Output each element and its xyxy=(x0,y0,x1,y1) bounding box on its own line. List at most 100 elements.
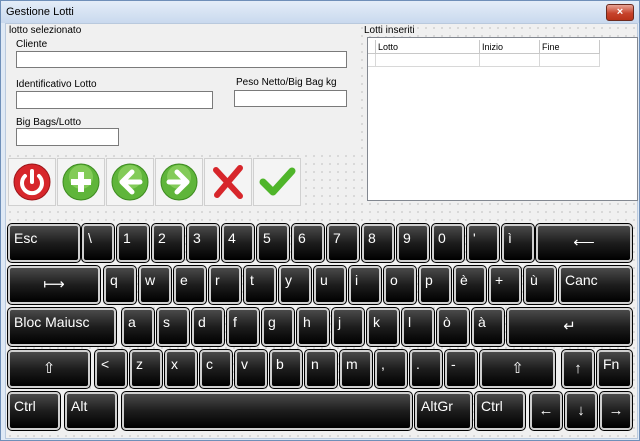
key-q[interactable]: q xyxy=(103,265,137,305)
key-a[interactable]: a xyxy=(121,307,155,347)
key-b[interactable]: b xyxy=(269,349,303,389)
key-plus[interactable]: + xyxy=(488,265,522,305)
key-backslash[interactable]: \ xyxy=(81,223,115,263)
key-period[interactable]: . xyxy=(409,349,443,389)
forward-button[interactable] xyxy=(155,158,203,206)
key-enter[interactable]: ↵ xyxy=(506,307,633,347)
add-button[interactable] xyxy=(57,158,105,206)
key-arrow-right[interactable]: → xyxy=(599,391,633,431)
key-o[interactable]: o xyxy=(383,265,417,305)
key-g[interactable]: g xyxy=(261,307,295,347)
key-1[interactable]: 1 xyxy=(116,223,150,263)
identificativo-lotto-field[interactable] xyxy=(16,91,213,109)
peso-netto-field[interactable] xyxy=(234,90,347,107)
key-3[interactable]: 3 xyxy=(186,223,220,263)
key-shift[interactable]: ⇧ xyxy=(7,349,91,389)
power-button[interactable] xyxy=(8,158,56,206)
key-9[interactable]: 9 xyxy=(396,223,430,263)
key-canc[interactable]: Canc xyxy=(558,265,633,305)
key-alt[interactable]: Alt xyxy=(64,391,118,431)
key-l[interactable]: l xyxy=(401,307,435,347)
confirm-button[interactable] xyxy=(253,158,301,206)
arrow-left-icon xyxy=(111,163,149,201)
lotti-inseriti-label: Lotti inseriti xyxy=(363,25,416,36)
column-header-lotto[interactable]: Lotto xyxy=(376,40,480,54)
key-t[interactable]: t xyxy=(243,265,277,305)
key-k[interactable]: k xyxy=(366,307,400,347)
key-v[interactable]: v xyxy=(234,349,268,389)
identificativo-lotto-label: Identificativo Lotto xyxy=(16,79,97,90)
row-header-corner xyxy=(368,40,376,54)
key-tab[interactable]: ⟼ xyxy=(7,265,101,305)
key-fn[interactable]: Fn xyxy=(596,349,633,389)
grid-cell[interactable] xyxy=(540,54,600,67)
key-4[interactable]: 4 xyxy=(221,223,255,263)
key-a-grave[interactable]: à xyxy=(471,307,505,347)
key-e-grave[interactable]: è xyxy=(453,265,487,305)
key-altgr[interactable]: AltGr xyxy=(414,391,473,431)
key-esc[interactable]: Esc xyxy=(7,223,81,263)
window-title: Gestione Lotti xyxy=(6,6,74,18)
key-space[interactable] xyxy=(121,391,413,431)
back-button[interactable] xyxy=(106,158,154,206)
client-area: lotto selezionato Cliente Identificativo… xyxy=(5,23,638,439)
cliente-field[interactable] xyxy=(16,51,347,68)
cliente-label: Cliente xyxy=(16,39,48,50)
column-header-fine[interactable]: Fine xyxy=(540,40,600,54)
key-i[interactable]: i xyxy=(348,265,382,305)
key-s[interactable]: s xyxy=(156,307,190,347)
key-backspace[interactable]: ⟵ xyxy=(535,223,633,263)
key-u-grave[interactable]: ù xyxy=(523,265,557,305)
key-y[interactable]: y xyxy=(278,265,312,305)
grid-cell[interactable] xyxy=(376,54,480,67)
key-o-grave[interactable]: ò xyxy=(436,307,470,347)
key-bloc-maiusc[interactable]: Bloc Maiusc xyxy=(7,307,117,347)
big-bags-field[interactable] xyxy=(16,128,119,146)
key-h[interactable]: h xyxy=(296,307,330,347)
key-z[interactable]: z xyxy=(129,349,163,389)
key-r[interactable]: r xyxy=(208,265,242,305)
key-arrow-left[interactable]: ← xyxy=(529,391,563,431)
key-6[interactable]: 6 xyxy=(291,223,325,263)
key-arrow-down[interactable]: ↓ xyxy=(564,391,598,431)
key-less-than[interactable]: < xyxy=(94,349,128,389)
key-x[interactable]: x xyxy=(164,349,198,389)
delete-button[interactable] xyxy=(204,158,252,206)
key-minus[interactable]: - xyxy=(444,349,478,389)
key-5[interactable]: 5 xyxy=(256,223,290,263)
key-f[interactable]: f xyxy=(226,307,260,347)
grid-cell[interactable] xyxy=(480,54,540,67)
lotto-selezionato-label: lotto selezionato xyxy=(8,25,83,36)
gestione-lotti-window: Gestione Lotti × lotto selezionato Clien… xyxy=(0,0,640,441)
key-apostrophe[interactable]: ' xyxy=(466,223,500,263)
key-u[interactable]: u xyxy=(313,265,347,305)
key-0[interactable]: 0 xyxy=(431,223,465,263)
key-n[interactable]: n xyxy=(304,349,338,389)
lotti-inseriti-grid[interactable]: Lotto Inizio Fine xyxy=(367,37,638,201)
key-7[interactable]: 7 xyxy=(326,223,360,263)
key-shift[interactable]: ⇧ xyxy=(479,349,556,389)
key-8[interactable]: 8 xyxy=(361,223,395,263)
key-d[interactable]: d xyxy=(191,307,225,347)
arrow-right-icon xyxy=(160,163,198,201)
key-e[interactable]: e xyxy=(173,265,207,305)
key-p[interactable]: p xyxy=(418,265,452,305)
title-bar: Gestione Lotti × xyxy=(1,1,639,23)
key-comma[interactable]: , xyxy=(374,349,408,389)
key-arrow-up[interactable]: ↑ xyxy=(561,349,595,389)
x-icon xyxy=(213,165,243,199)
row-header[interactable] xyxy=(368,54,376,67)
key-m[interactable]: m xyxy=(339,349,373,389)
key-w[interactable]: w xyxy=(138,265,172,305)
key-ctrl[interactable]: Ctrl xyxy=(474,391,526,431)
key-j[interactable]: j xyxy=(331,307,365,347)
big-bags-label: Big Bags/Lotto xyxy=(16,117,82,128)
key-2[interactable]: 2 xyxy=(151,223,185,263)
power-icon xyxy=(13,163,51,201)
key-ctrl[interactable]: Ctrl xyxy=(7,391,61,431)
key-i-grave[interactable]: ì xyxy=(501,223,535,263)
column-header-inizio[interactable]: Inizio xyxy=(480,40,540,54)
peso-netto-label: Peso Netto/Big Bag kg xyxy=(236,77,337,88)
close-button[interactable]: × xyxy=(606,4,634,21)
key-c[interactable]: c xyxy=(199,349,233,389)
